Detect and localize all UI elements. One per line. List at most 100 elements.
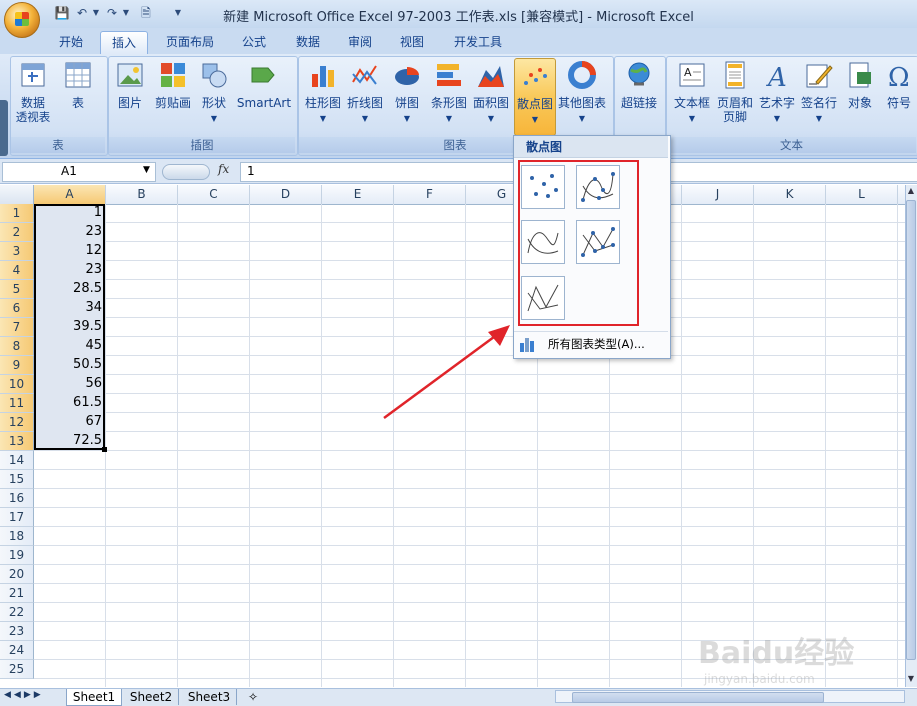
formula-bar-splitter[interactable] (162, 164, 210, 180)
cell-a9[interactable]: 50.5 (34, 356, 105, 374)
cell-a3[interactable]: 12 (34, 242, 105, 260)
scroll-up-icon[interactable]: ▲ (906, 186, 916, 196)
line-chart-button[interactable]: 折线图 ▼ (344, 58, 386, 132)
sheet-tab-2[interactable]: Sheet2 (124, 689, 179, 705)
object-button[interactable]: 对象 (840, 58, 880, 132)
cell-a8[interactable]: 45 (34, 337, 105, 355)
row-header[interactable]: 3 (0, 242, 34, 261)
row-header[interactable]: 10 (0, 375, 34, 394)
area-chart-button[interactable]: 面积图 ▼ (470, 58, 512, 132)
tab-data[interactable]: 数据 (286, 31, 330, 53)
row-header[interactable]: 12 (0, 413, 34, 432)
cell-grid[interactable] (34, 204, 905, 687)
column-header[interactable]: C (178, 185, 250, 204)
other-charts-button[interactable]: 其他图表 ▼ (556, 58, 608, 132)
row-header[interactable]: 16 (0, 489, 34, 508)
office-button[interactable] (4, 2, 40, 38)
row-header[interactable]: 19 (0, 546, 34, 565)
column-header[interactable]: L (826, 185, 898, 204)
column-header[interactable]: B (106, 185, 178, 204)
bar-chart-button[interactable]: 条形图 ▼ (428, 58, 470, 132)
picture-button[interactable]: 图片 (110, 58, 150, 132)
header-footer-button[interactable]: 页眉和 页脚 (714, 58, 756, 132)
svg-text:Ω: Ω (888, 63, 910, 90)
column-chart-button[interactable]: 柱形图 ▼ (302, 58, 344, 132)
pie-chart-button[interactable]: 饼图 ▼ (386, 58, 428, 132)
cell-a7[interactable]: 39.5 (34, 318, 105, 336)
tab-page-layout[interactable]: 页面布局 (160, 31, 220, 53)
horizontal-scroll-thumb[interactable] (572, 692, 824, 703)
row-header[interactable]: 21 (0, 584, 34, 603)
select-all-corner[interactable] (0, 185, 34, 204)
row-header[interactable]: 11 (0, 394, 34, 413)
shapes-button[interactable]: 形状 ▼ (194, 58, 234, 132)
omega-symbol-icon: Ω (888, 63, 910, 90)
row-header[interactable]: 24 (0, 641, 34, 660)
name-box-dropdown-icon[interactable]: ▼ (143, 165, 150, 175)
column-header[interactable]: J (682, 185, 754, 204)
sheet-tab-1[interactable]: Sheet1 (66, 689, 122, 706)
symbol-button[interactable]: Ω 符号 (882, 58, 916, 132)
cell-a5[interactable]: 28.5 (34, 280, 105, 298)
cell-a2[interactable]: 23 (34, 223, 105, 241)
cell-a4[interactable]: 23 (34, 261, 105, 279)
row-header[interactable]: 14 (0, 451, 34, 470)
row-header[interactable]: 5 (0, 280, 34, 299)
row-header[interactable]: 6 (0, 299, 34, 318)
column-header[interactable]: E (322, 185, 394, 204)
cell-a10[interactable]: 56 (34, 375, 105, 393)
tab-review[interactable]: 审阅 (338, 31, 382, 53)
wordart-label: 艺术字 (758, 96, 795, 110)
row-header[interactable]: 13 (0, 432, 34, 451)
row-header[interactable]: 20 (0, 565, 34, 584)
tab-home[interactable]: 开始 (46, 31, 96, 53)
sheet-nav-arrows-icon[interactable]: ◀◀▶▶ (4, 690, 44, 700)
row-header[interactable]: 18 (0, 527, 34, 546)
column-header[interactable]: K (754, 185, 826, 204)
row-header[interactable]: 22 (0, 603, 34, 622)
insert-sheet-icon[interactable]: ✧ (242, 689, 264, 705)
scroll-down-icon[interactable]: ▼ (906, 674, 916, 684)
name-box[interactable]: A1 ▼ (2, 162, 156, 182)
row-header[interactable]: 25 (0, 660, 34, 679)
column-header[interactable]: F (394, 185, 466, 204)
textbox-button[interactable]: A 文本框 ▼ (670, 58, 714, 132)
cell-a13[interactable]: 72.5 (34, 432, 105, 450)
clipart-button[interactable]: 剪贴画 (152, 58, 194, 132)
hyperlink-button[interactable]: 超链接 (616, 58, 662, 132)
tab-view[interactable]: 视图 (390, 31, 434, 53)
table-button[interactable]: 表 (58, 58, 98, 132)
signature-line-label: 签名行 (800, 96, 837, 110)
cell-a1[interactable]: 1 (34, 204, 105, 222)
smartart-button[interactable]: SmartArt (236, 58, 292, 132)
row-header[interactable]: 2 (0, 223, 34, 242)
cell-a12[interactable]: 67 (34, 413, 105, 431)
wordart-button[interactable]: A 艺术字 ▼ (756, 58, 798, 132)
wordart-dropdown-icon: ▼ (773, 114, 781, 123)
tab-developer[interactable]: 开发工具 (446, 31, 510, 53)
signature-line-button[interactable]: 签名行 ▼ (798, 58, 840, 132)
row-header[interactable]: 17 (0, 508, 34, 527)
tab-formulas[interactable]: 公式 (232, 31, 276, 53)
vertical-scroll-thumb[interactable] (906, 200, 916, 660)
insert-function-icon[interactable]: fx (218, 162, 229, 176)
row-header[interactable]: 15 (0, 470, 34, 489)
tab-insert[interactable]: 插入 (100, 31, 148, 54)
cell-a11[interactable]: 61.5 (34, 394, 105, 412)
line-dropdown-icon: ▼ (361, 114, 369, 123)
row-header[interactable]: 1 (0, 204, 34, 223)
scatter-chart-button[interactable]: 散点图 ▼ (514, 58, 556, 136)
sheet-tab-3[interactable]: Sheet3 (182, 689, 237, 705)
horizontal-scrollbar[interactable] (555, 690, 905, 703)
pivot-table-button[interactable]: 数据 透视表 (12, 58, 54, 132)
column-header[interactable]: D (250, 185, 322, 204)
fill-handle[interactable] (102, 447, 107, 452)
row-header[interactable]: 4 (0, 261, 34, 280)
row-header[interactable]: 23 (0, 622, 34, 641)
row-header[interactable]: 9 (0, 356, 34, 375)
all-chart-types-option[interactable]: 所有图表类型(A)... (514, 331, 668, 356)
row-header[interactable]: 7 (0, 318, 34, 337)
cell-a6[interactable]: 34 (34, 299, 105, 317)
column-header[interactable]: A (34, 185, 106, 204)
row-header[interactable]: 8 (0, 337, 34, 356)
